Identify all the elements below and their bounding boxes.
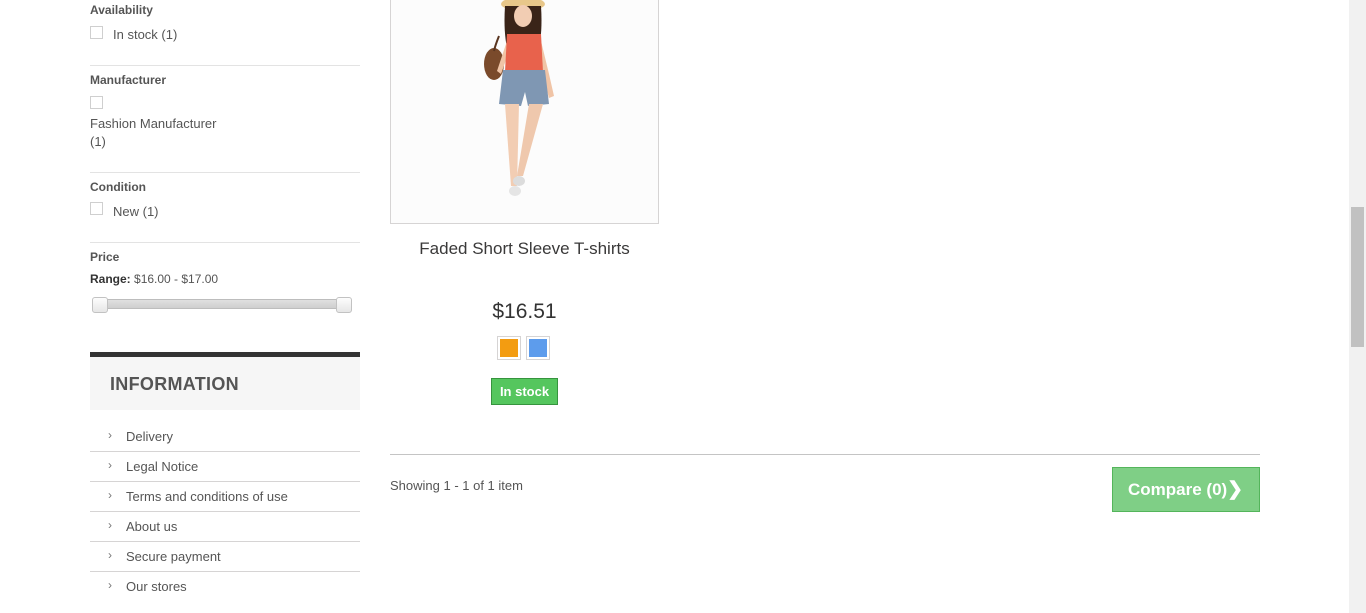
in-stock-badge: In stock [491, 378, 558, 405]
chevron-right-icon: › [108, 548, 112, 562]
divider [390, 454, 1260, 455]
availability-title: Availability [90, 3, 153, 17]
color-swatch-blue[interactable] [526, 336, 550, 360]
price-range-value: $16.00 - $17.00 [134, 272, 219, 286]
info-link-terms[interactable]: › Terms and conditions of use [90, 482, 360, 512]
color-swatch-fill [529, 339, 547, 357]
condition-title: Condition [90, 180, 146, 194]
price-slider-max-handle[interactable] [336, 297, 352, 313]
color-swatch-orange[interactable] [497, 336, 521, 360]
manufacturer-checkbox[interactable] [90, 96, 103, 109]
info-link-delivery[interactable]: › Delivery [90, 422, 360, 452]
info-link-our-stores[interactable]: › Our stores [90, 572, 360, 602]
information-title: INFORMATION [110, 374, 239, 394]
product-image[interactable] [390, 0, 659, 224]
info-link-label[interactable]: Secure payment [126, 549, 221, 564]
information-header: INFORMATION [90, 352, 360, 410]
chevron-right-icon: ❯ [1227, 479, 1243, 500]
info-link-about-us[interactable]: › About us [90, 512, 360, 542]
price-slider-track[interactable] [100, 299, 344, 309]
divider [90, 172, 360, 173]
chevron-right-icon: › [108, 458, 112, 472]
info-link-legal-notice[interactable]: › Legal Notice [90, 452, 360, 482]
condition-new-checkbox[interactable] [90, 202, 103, 215]
product-price: $16.51 [492, 300, 557, 323]
product-name-link[interactable]: Faded Short Sleeve T-shirts [390, 239, 659, 259]
color-swatch-fill [500, 339, 518, 357]
info-link-label[interactable]: Delivery [126, 429, 173, 444]
chevron-right-icon: › [108, 578, 112, 592]
in-stock-label[interactable]: In stock (1) [113, 27, 177, 42]
info-link-label[interactable]: About us [126, 519, 177, 534]
manufacturer-title: Manufacturer [90, 73, 167, 87]
manufacturer-label[interactable]: Fashion Manufacturer [90, 116, 216, 131]
price-range: Range: $16.00 - $17.00 [90, 272, 218, 286]
info-link-secure-payment[interactable]: › Secure payment [90, 542, 360, 572]
price-title: Price [90, 250, 120, 264]
manufacturer-count[interactable]: (1) [90, 134, 106, 149]
compare-button-label[interactable]: Compare (0) [1128, 480, 1227, 500]
info-link-label[interactable]: Legal Notice [126, 459, 198, 474]
product-count: Showing 1 - 1 of 1 item [390, 478, 523, 493]
price-range-label: Range: [90, 272, 131, 286]
info-link-label[interactable]: Our stores [126, 579, 187, 594]
divider [90, 65, 360, 66]
product-photo [391, 0, 658, 223]
chevron-right-icon: › [108, 428, 112, 442]
condition-new-label[interactable]: New (1) [113, 204, 159, 219]
in-stock-checkbox[interactable] [90, 26, 103, 39]
chevron-right-icon: › [108, 488, 112, 502]
compare-button[interactable]: Compare (0) ❯ [1112, 467, 1260, 512]
chevron-right-icon: › [108, 518, 112, 532]
price-slider-min-handle[interactable] [92, 297, 108, 313]
scrollbar-thumb[interactable] [1351, 207, 1364, 347]
info-link-label[interactable]: Terms and conditions of use [126, 489, 288, 504]
divider [90, 242, 360, 243]
